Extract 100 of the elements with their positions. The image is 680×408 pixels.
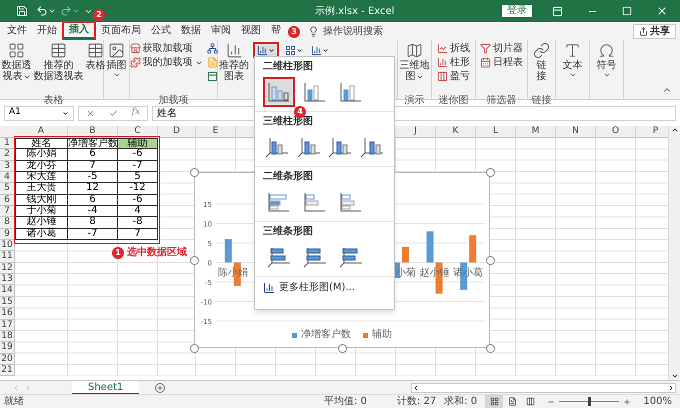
ribbon-button[interactable]: 文本 bbox=[562, 42, 582, 86]
row-header[interactable]: 12 bbox=[0, 262, 15, 274]
ribbon-button[interactable]: 日程表 bbox=[480, 56, 523, 69]
ribbon-tab[interactable]: 视图 bbox=[236, 23, 266, 39]
table-cell: -8 bbox=[118, 217, 158, 229]
ribbon-button[interactable]: 表格 bbox=[86, 42, 106, 86]
chart-type-option[interactable] bbox=[263, 77, 295, 107]
ribbon-icon bbox=[437, 71, 448, 82]
column-header[interactable]: A bbox=[15, 126, 68, 137]
ribbon-tab[interactable]: 页面布局 bbox=[96, 23, 146, 39]
save-icon[interactable] bbox=[16, 5, 28, 17]
zoom-percentage[interactable]: 100% bbox=[643, 396, 672, 406]
ribbon-button[interactable]: 盈亏 bbox=[437, 70, 470, 83]
row-header[interactable]: 14 bbox=[0, 285, 15, 297]
scroll-up-icon[interactable] bbox=[670, 126, 678, 134]
undo-icon[interactable] bbox=[36, 5, 48, 17]
ribbon-button[interactable]: 链 接 bbox=[533, 42, 550, 86]
name-box[interactable]: A1 bbox=[4, 106, 74, 120]
ribbon-tab[interactable]: 公式 bbox=[146, 23, 176, 39]
row-header[interactable]: 2 bbox=[0, 149, 15, 161]
zoom-slider[interactable] bbox=[559, 397, 620, 406]
column-chart-icon bbox=[340, 82, 362, 102]
ribbon-button[interactable]: 符号 bbox=[596, 42, 616, 86]
row-header[interactable]: 21 bbox=[0, 364, 15, 376]
column-header[interactable]: L bbox=[476, 126, 516, 137]
row-header[interactable]: 20 bbox=[0, 354, 15, 365]
group-label: 筛选器 bbox=[486, 95, 516, 106]
group-label: 表格 bbox=[44, 95, 64, 106]
caret-icon bbox=[268, 46, 275, 54]
app-icon[interactable] bbox=[206, 43, 218, 54]
row-header[interactable]: 19 bbox=[0, 342, 15, 354]
view-button[interactable] bbox=[485, 395, 504, 408]
ribbon-button[interactable]: 我的加载项 bbox=[130, 56, 202, 69]
caret-icon bbox=[62, 110, 69, 116]
maximize-icon[interactable] bbox=[622, 6, 632, 16]
zoom-in-icon[interactable] bbox=[623, 398, 632, 406]
row-header[interactable]: 1 bbox=[0, 138, 15, 150]
caret-icon[interactable] bbox=[48, 7, 56, 15]
count-readout: 计数: 27 bbox=[396, 396, 436, 406]
horizontal-scrollbar[interactable] bbox=[411, 382, 676, 392]
view-icon bbox=[508, 397, 517, 406]
column-header[interactable]: O bbox=[596, 126, 636, 137]
column-chart-icon bbox=[257, 44, 268, 56]
column-header[interactable]: J bbox=[396, 126, 436, 137]
ribbon-icon bbox=[598, 42, 615, 59]
row-header[interactable]: 15 bbox=[0, 296, 15, 308]
row-header[interactable]: 17 bbox=[0, 320, 15, 331]
ribbon-tab[interactable]: 数据 bbox=[176, 23, 206, 39]
row-header[interactable]: 18 bbox=[0, 330, 15, 342]
scroll-right-icon[interactable] bbox=[667, 384, 675, 392]
section-heading: 二维柱形图 bbox=[263, 60, 314, 73]
column-header[interactable]: E bbox=[196, 126, 236, 137]
row-header[interactable]: 5 bbox=[0, 183, 15, 195]
close-icon[interactable] bbox=[656, 5, 668, 17]
enter-icon[interactable] bbox=[108, 108, 118, 118]
app-icon[interactable] bbox=[206, 71, 218, 82]
ribbon-button[interactable]: 插图 bbox=[106, 42, 126, 86]
row-header[interactable]: 13 bbox=[0, 274, 15, 286]
ribbon-display-icon[interactable] bbox=[552, 6, 563, 16]
column-header[interactable]: B bbox=[68, 126, 118, 137]
ribbon-button[interactable]: 获取加载项 bbox=[130, 42, 202, 55]
scroll-down-icon[interactable] bbox=[670, 372, 678, 380]
ribbon-icon bbox=[226, 42, 242, 59]
ribbon-tab[interactable]: 审阅 bbox=[206, 23, 236, 39]
table-cell: -6 bbox=[118, 194, 158, 206]
table-cell: 12 bbox=[68, 183, 118, 195]
ribbon-button[interactable]: 推荐的 数据透视表 bbox=[34, 42, 84, 86]
column-header[interactable]: D bbox=[158, 126, 196, 137]
row-header[interactable]: 16 bbox=[0, 308, 15, 320]
column-header[interactable]: M bbox=[516, 126, 556, 137]
average-readout: 平均值: 0 bbox=[324, 396, 367, 406]
ribbon-button[interactable]: 柱形 bbox=[437, 56, 470, 69]
share-button[interactable]: 共享 bbox=[633, 24, 676, 38]
column-header[interactable]: K bbox=[436, 126, 476, 137]
add-sheet-icon[interactable] bbox=[155, 382, 166, 392]
zoom-thumb[interactable] bbox=[588, 397, 592, 406]
sheet-tab[interactable]: Sheet1 bbox=[72, 380, 140, 394]
row-header[interactable]: 7 bbox=[0, 206, 15, 218]
vertical-scrollbar[interactable] bbox=[668, 126, 680, 380]
ribbon-button[interactable]: 数据透 视表 bbox=[2, 42, 32, 86]
sign-in-button[interactable]: 登录 bbox=[502, 5, 532, 17]
more-charts-link[interactable]: 更多柱形图(M)... bbox=[255, 277, 394, 298]
row-header[interactable]: 4 bbox=[0, 172, 15, 184]
ribbon-icon bbox=[130, 43, 140, 54]
ribbon-button[interactable]: 三维地 图 bbox=[400, 42, 430, 86]
ribbon-tab[interactable]: 文件 bbox=[2, 23, 32, 39]
ribbon-button[interactable]: 推荐的 图表 bbox=[219, 42, 249, 86]
ribbon-button[interactable]: 折线 bbox=[437, 42, 470, 55]
ribbon-tab[interactable]: 开始 bbox=[32, 23, 62, 39]
column-header[interactable]: C bbox=[118, 126, 158, 137]
column-header[interactable]: N bbox=[556, 126, 596, 137]
row-header[interactable]: 11 bbox=[0, 251, 15, 263]
search-field[interactable]: 操作说明搜索 bbox=[323, 24, 383, 38]
scroll-left-icon[interactable] bbox=[412, 384, 420, 392]
row-header[interactable]: 10 bbox=[0, 240, 15, 252]
row-header[interactable]: 8 bbox=[0, 217, 15, 229]
ribbon-tab[interactable]: 帮 bbox=[266, 23, 286, 39]
cancel-icon[interactable] bbox=[86, 108, 95, 118]
ribbon-button[interactable]: 切片器 bbox=[480, 42, 523, 55]
insert-function-button[interactable]: fx bbox=[132, 106, 140, 120]
